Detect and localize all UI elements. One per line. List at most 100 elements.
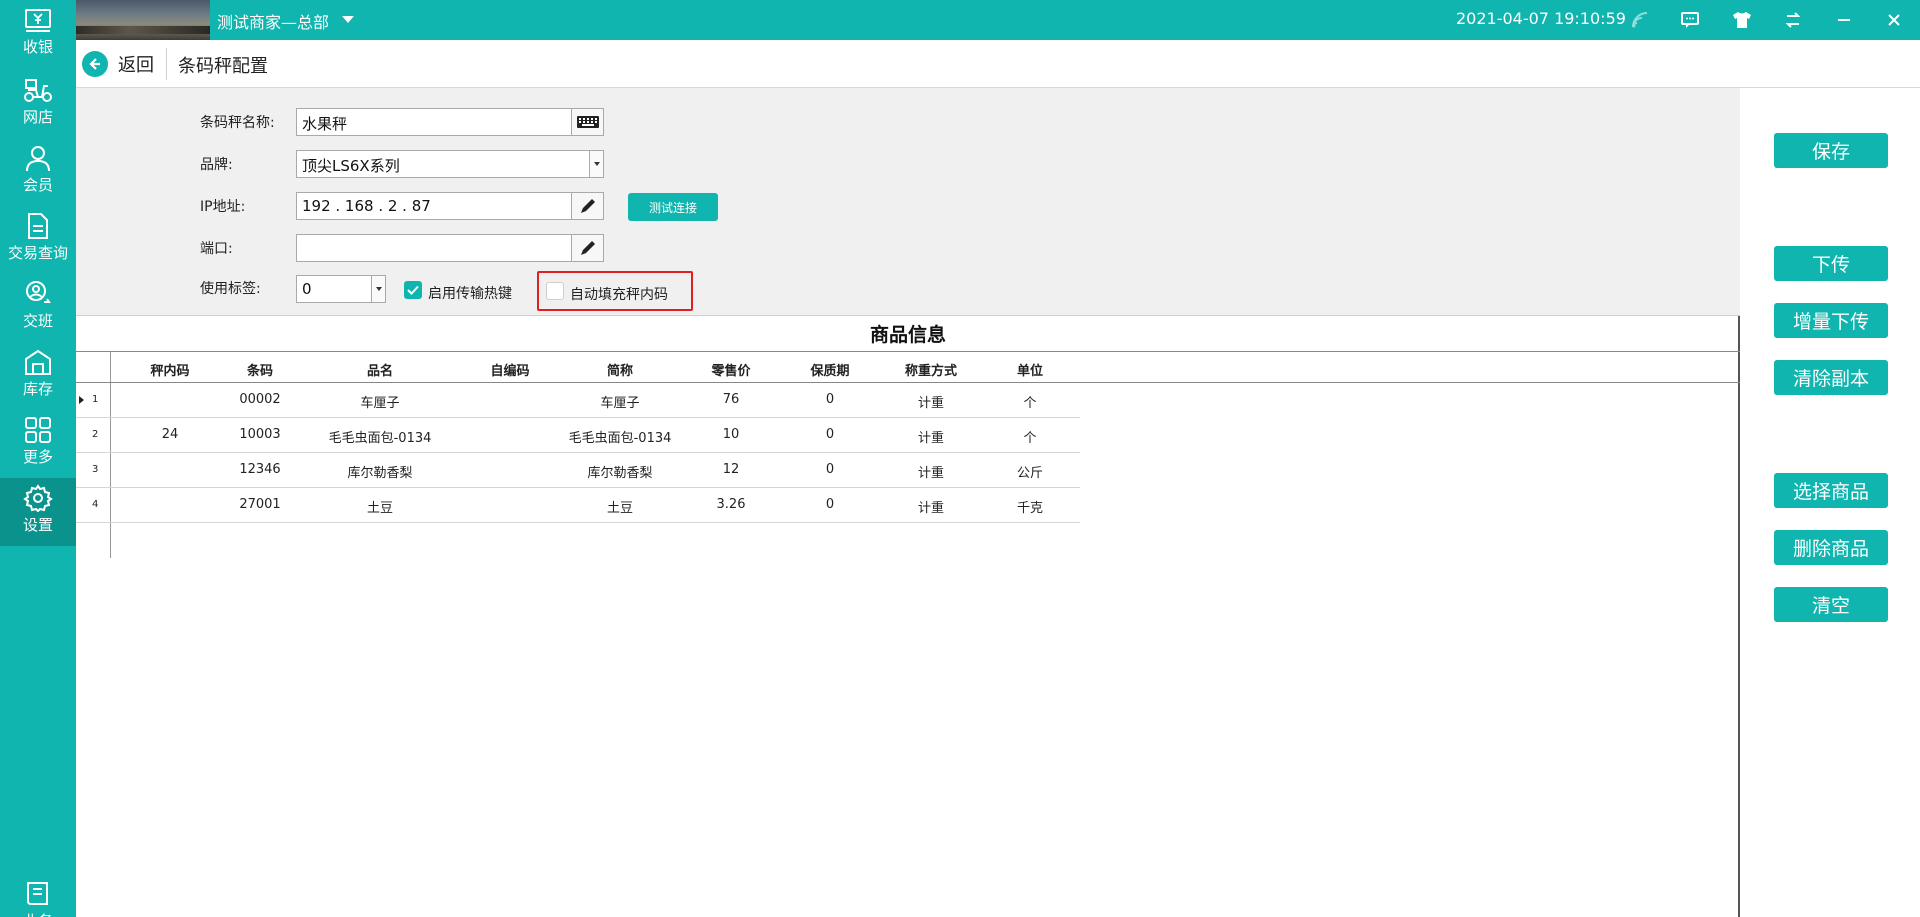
ip-value: 192 . 168 . 2 . 87	[302, 197, 431, 215]
cell-shelf-life: 0	[825, 497, 835, 512]
cell-shelf-life: 0	[825, 427, 835, 442]
column-header[interactable]: 秤内码	[140, 360, 200, 379]
page-header: 返回 条码秤配置	[76, 40, 1920, 88]
cell-unit: 千克	[1016, 501, 1043, 516]
message-icon[interactable]	[1678, 8, 1702, 32]
cell-weigh-mode: 计重	[917, 466, 944, 481]
table-row[interactable]: 1 00002 车厘子 车厘子 76 0 计重 个	[76, 383, 1080, 418]
current-row-icon	[79, 396, 84, 404]
chevron-down-icon[interactable]	[589, 151, 603, 177]
cell-short-name: 毛毛虫面包-0134	[568, 431, 672, 446]
cell-barcode: 27001	[239, 497, 281, 512]
sidebar-item-webstore[interactable]: 网店	[0, 74, 76, 140]
sidebar-item-label: 库存	[22, 380, 53, 398]
cell-name: 毛毛虫面包-0134	[328, 431, 432, 446]
brand-value: 顶尖LS6X系列	[302, 157, 400, 175]
ip-label: IP地址:	[200, 199, 246, 215]
cell-name: 车厘子	[360, 396, 400, 411]
page-title: 条码秤配置	[178, 56, 268, 77]
table-row[interactable]: 4 27001 土豆 土豆 3.26 0 计重 千克	[76, 488, 1080, 523]
sidebar-item-member[interactable]: 会员	[0, 142, 76, 208]
delete-goods-button[interactable]: 删除商品	[1774, 530, 1888, 565]
port-field[interactable]	[296, 234, 604, 262]
cell-barcode: 12346	[239, 462, 281, 477]
cell-short-name: 库尔勒香梨	[587, 466, 653, 481]
switch-icon[interactable]	[1781, 8, 1805, 32]
select-goods-button[interactable]: 选择商品	[1774, 473, 1888, 508]
pencil-icon[interactable]	[571, 193, 603, 219]
column-header[interactable]: 称重方式	[891, 360, 971, 379]
incremental-upload-button[interactable]: 增量下传	[1774, 303, 1888, 338]
close-icon[interactable]	[1882, 8, 1906, 32]
cell-unit: 个	[1023, 396, 1037, 411]
datetime: 2021-04-07 19:10:59	[1456, 9, 1626, 28]
table-row[interactable]: 2 24 10003 毛毛虫面包-0134 毛毛虫面包-0134 10 0 计重…	[76, 418, 1080, 453]
sidebar-item-transactions[interactable]: 交易查询	[0, 210, 76, 276]
port-label: 端口:	[200, 241, 233, 257]
tag-label: 使用标签:	[200, 281, 261, 297]
chevron-down-icon[interactable]	[342, 16, 354, 23]
cell-shelf-life: 0	[825, 462, 835, 477]
cell-short-name: 土豆	[606, 501, 633, 516]
cell-price: 12	[722, 462, 740, 477]
column-header[interactable]: 保质期	[800, 360, 860, 379]
cell-price: 10	[722, 427, 740, 442]
sidebar-item-cashier[interactable]: 收银	[0, 6, 76, 72]
sidebar-item-more[interactable]: 更多	[0, 414, 76, 480]
pencil-icon[interactable]	[571, 235, 603, 261]
sidebar-item-inventory[interactable]: 库存	[0, 346, 76, 412]
back-label: 返回	[118, 55, 154, 76]
warehouse-icon	[25, 349, 51, 375]
clear-copy-button[interactable]: 清除副本	[1774, 360, 1888, 395]
row-number: 4	[92, 499, 99, 510]
sidebar-item-settings[interactable]: 设置	[0, 478, 76, 546]
column-header[interactable]: 简称	[590, 360, 650, 379]
store-name[interactable]: 测试商家—总部	[217, 9, 329, 33]
row-number: 1	[92, 394, 99, 405]
column-header[interactable]: 零售价	[701, 360, 761, 379]
column-header[interactable]: 品名	[350, 360, 410, 379]
top-bar: 测试商家—总部 2021-04-07 19:10:59	[0, 0, 1920, 40]
cell-barcode: 00002	[239, 392, 281, 407]
cell-price: 3.26	[716, 497, 746, 512]
table-row[interactable]: 3 12346 库尔勒香梨 库尔勒香梨 12 0 计重 公斤	[76, 453, 1080, 488]
keyboard-icon[interactable]	[571, 109, 603, 135]
hotkey-checkbox[interactable]	[404, 281, 422, 299]
sidebar-item-handover[interactable]: 交班	[0, 278, 76, 344]
test-connection-button[interactable]: 测试连接	[628, 193, 718, 221]
document-icon	[28, 213, 48, 239]
cell-price: 76	[722, 392, 740, 407]
book-icon	[27, 882, 48, 905]
sidebar-item-label: 设置	[22, 516, 53, 534]
column-header[interactable]: 自编码	[480, 360, 540, 379]
tag-select[interactable]: 0	[296, 275, 386, 303]
hotkey-label: 启用传输热键	[428, 286, 512, 302]
sidebar-item-label: 收银	[22, 38, 53, 56]
goods-table: 商品信息 秤内码 条码 品名 自编码 简称 零售价 保质期 称重方式 单位 1 …	[76, 316, 1740, 917]
ip-address-field[interactable]: 192 . 168 . 2 . 87	[296, 192, 604, 220]
brand-select[interactable]: 顶尖LS6X系列	[296, 150, 604, 178]
back-button[interactable]: 返回	[82, 48, 168, 80]
clear-button[interactable]: 清空	[1774, 587, 1888, 622]
wifi-icon[interactable]	[1628, 8, 1652, 32]
row-number: 2	[92, 429, 99, 440]
divider	[166, 48, 167, 80]
column-header[interactable]: 单位	[1000, 360, 1060, 379]
cell-weigh-mode: 计重	[917, 501, 944, 516]
cell-name: 库尔勒香梨	[347, 466, 413, 481]
store-photo	[76, 0, 210, 40]
column-header[interactable]: 条码	[230, 360, 290, 379]
sidebar-item-label: 交易查询	[7, 244, 68, 262]
scale-name-field[interactable]: 水果秤	[296, 108, 604, 136]
sidebar-item-business[interactable]: 业务	[0, 878, 76, 917]
action-panel: 保存 下传 增量下传 清除副本 选择商品 删除商品 清空	[1742, 88, 1920, 917]
minimize-icon[interactable]	[1832, 8, 1856, 32]
sidebar-item-label: 会员	[22, 176, 53, 194]
upload-button[interactable]: 下传	[1774, 246, 1888, 281]
save-button[interactable]: 保存	[1774, 133, 1888, 168]
cell-name: 土豆	[366, 501, 393, 516]
cell-weigh-mode: 计重	[917, 396, 944, 411]
chevron-down-icon[interactable]	[371, 276, 385, 302]
sidebar-item-label: 业务	[23, 910, 53, 917]
shirt-icon[interactable]	[1730, 8, 1754, 32]
